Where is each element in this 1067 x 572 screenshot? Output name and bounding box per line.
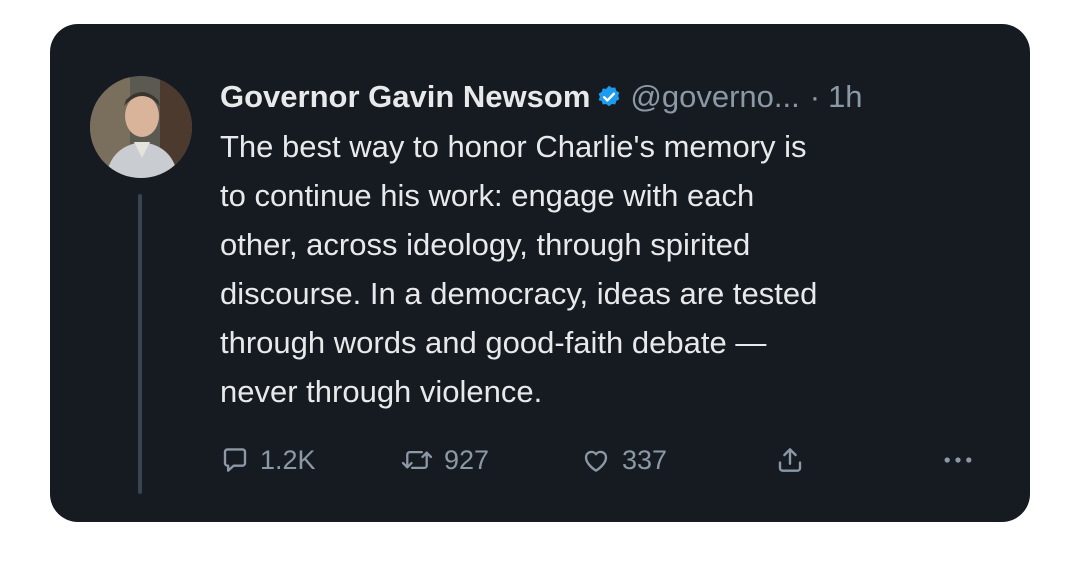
tweet-header: Governor Gavin Newsom @governo... · 1h — [220, 74, 1000, 120]
thread-line — [138, 194, 142, 494]
like-count: 337 — [622, 444, 668, 475]
tweet-text: The best way to honor Charlie's memory i… — [220, 122, 1000, 416]
avatar-photo — [90, 76, 192, 178]
tweet-text-line: never through violence. — [220, 374, 543, 409]
retweet-button[interactable]: 927 — [400, 440, 489, 480]
retweet-count: 927 — [444, 444, 490, 475]
like-button[interactable]: 337 — [580, 440, 667, 480]
tweet-text-line: discourse. In a democracy, ideas are tes… — [220, 276, 818, 311]
tweet-content: Governor Gavin Newsom @governo... · 1h T… — [220, 74, 1000, 416]
separator-dot: · — [809, 79, 821, 114]
reply-count: 1.2K — [260, 444, 316, 475]
tweet-text-line: The best way to honor Charlie's memory i… — [220, 129, 807, 164]
verified-badge-icon — [596, 84, 622, 110]
more-icon — [944, 457, 972, 463]
author-name[interactable]: Governor Gavin Newsom — [220, 79, 590, 115]
tweet-card[interactable]: Governor Gavin Newsom @governo... · 1h T… — [50, 24, 1030, 522]
tweet-timestamp[interactable]: 1h — [828, 79, 862, 115]
tweet-text-line: through words and good-faith debate — — [220, 325, 767, 360]
tweet-actions: 1.2K 927 337 — [220, 440, 980, 480]
author-avatar[interactable] — [90, 76, 192, 178]
retweet-icon — [401, 450, 433, 470]
tweet-text-line: to continue his work: engage with each — [220, 178, 755, 213]
share-icon — [778, 448, 802, 472]
reply-button[interactable]: 1.2K — [220, 440, 316, 480]
more-options-button[interactable] — [940, 440, 986, 480]
reply-icon — [223, 448, 247, 472]
author-handle[interactable]: @governo... — [630, 79, 799, 115]
share-button[interactable] — [775, 440, 815, 480]
tweet-text-line: other, across ideology, through spirited — [220, 227, 751, 262]
heart-icon — [584, 450, 608, 472]
